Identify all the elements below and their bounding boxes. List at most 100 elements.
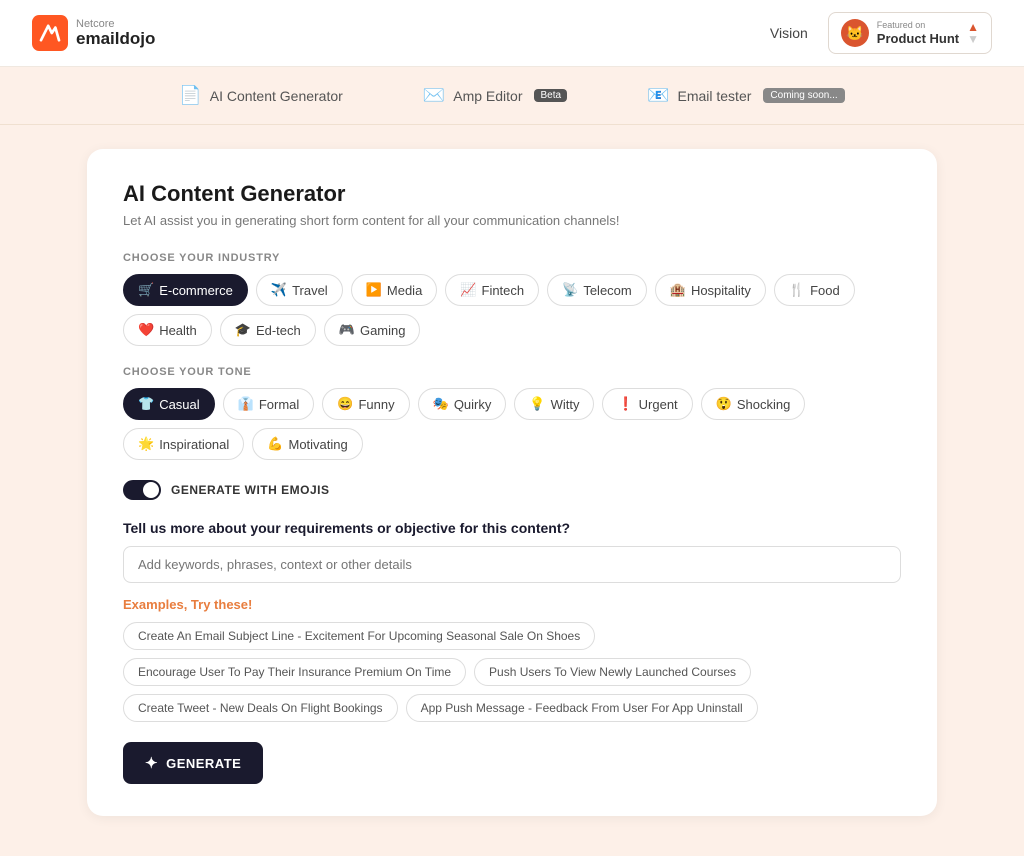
vision-link[interactable]: Vision (770, 25, 808, 41)
logo-text: Netcore emaildojo (76, 18, 155, 49)
industry-pill-telecom[interactable]: 📡 Telecom (547, 274, 647, 306)
example-chips: Create An Email Subject Line - Excitemen… (123, 622, 901, 722)
nav-ai-content-label: AI Content Generator (210, 88, 343, 104)
tone-label-formal: Formal (259, 397, 299, 412)
tone-pill-funny[interactable]: 😄Funny (322, 388, 409, 420)
industry-icon-travel: ✈️ (271, 282, 287, 298)
tone-label-urgent: Urgent (639, 397, 678, 412)
card-title: AI Content Generator (123, 181, 901, 207)
tone-icon-funny: 😄 (337, 396, 353, 412)
card-subtitle: Let AI assist you in generating short fo… (123, 213, 901, 228)
example-chip-2[interactable]: Push Users To View Newly Launched Course… (474, 658, 751, 686)
header-right: Vision 🐱 Featured on Product Hunt ▲ ▼ (770, 12, 992, 54)
logo-netcore-label: Netcore (76, 18, 155, 30)
industry-pill-travel[interactable]: ✈️ Travel (256, 274, 343, 306)
example-chip-0[interactable]: Create An Email Subject Line - Excitemen… (123, 622, 595, 650)
header: Netcore emaildojo Vision 🐱 Featured on P… (0, 0, 1024, 67)
beta-badge: Beta (534, 89, 567, 102)
tone-label-motivating: Motivating (288, 437, 347, 452)
content-card: AI Content Generator Let AI assist you i… (87, 149, 937, 816)
industry-pill-fintech[interactable]: 📈 Fintech (445, 274, 539, 306)
content-input[interactable] (123, 546, 901, 583)
tone-label-quirky: Quirky (454, 397, 492, 412)
logo-icon (32, 15, 68, 51)
nav-ai-content-icon: 📄 (179, 85, 201, 106)
product-hunt-icon: 🐱 (841, 19, 869, 47)
industry-label-health: Health (159, 323, 197, 338)
industry-icon-fintech: 📈 (460, 282, 476, 298)
emoji-toggle-label: GENERATE WITH EMOJIS (171, 483, 329, 497)
nav-amp-editor-icon: ✉️ (423, 85, 445, 106)
ph-arrow-icon: ▲ ▼ (967, 21, 979, 45)
industry-pill-ecommerce[interactable]: 🛒 E-commerce (123, 274, 248, 306)
tone-pill-formal[interactable]: 👔 Formal (223, 388, 315, 420)
nav-email-tester[interactable]: 📧 Email tester Coming soon... (647, 85, 845, 106)
ph-featured-label: Featured on (877, 20, 959, 31)
tone-pill-witty[interactable]: 💡 Witty (514, 388, 594, 420)
industry-icon-gaming: 🎮 (339, 322, 355, 338)
tone-pills: 👕 Casual 👔 Formal 😄Funny 🎭 Quirky 💡 Witty ❗ Urgent… (123, 388, 901, 460)
examples-label: Examples, Try these! (123, 597, 901, 612)
tone-pill-shocking[interactable]: 😲 Shocking (701, 388, 806, 420)
industry-icon-telecom: 📡 (562, 282, 578, 298)
example-chip-1[interactable]: Encourage User To Pay Their Insurance Pr… (123, 658, 466, 686)
industry-pill-food[interactable]: 🍴 Food (774, 274, 855, 306)
industry-pill-gaming[interactable]: 🎮 Gaming (324, 314, 421, 346)
industry-pill-health[interactable]: ❤️ Health (123, 314, 212, 346)
nav-email-tester-icon: 📧 (647, 85, 669, 106)
industry-label-edtech: Ed-tech (256, 323, 301, 338)
industry-label-telecom: Telecom (583, 283, 631, 298)
nav-bar: 📄 AI Content Generator ✉️ Amp Editor Bet… (0, 67, 1024, 125)
emoji-toggle[interactable] (123, 480, 161, 500)
industry-icon-edtech: 🎓 (235, 322, 251, 338)
main-container: AI Content Generator Let AI assist you i… (0, 125, 1024, 856)
example-chip-3[interactable]: Create Tweet - New Deals On Flight Booki… (123, 694, 398, 722)
industry-pill-hospitality[interactable]: 🏨 Hospitality (655, 274, 766, 306)
generate-icon: ✦ (145, 754, 158, 772)
tone-pill-motivating[interactable]: 💪 Motivating (252, 428, 362, 460)
industry-label-gaming: Gaming (360, 323, 406, 338)
tone-icon-inspirational: 🌟 (138, 436, 154, 452)
coming-soon-badge: Coming soon... (763, 88, 844, 103)
logo-area: Netcore emaildojo (32, 15, 155, 51)
industry-label: CHOOSE YOUR INDUSTRY (123, 252, 901, 264)
industry-label-travel: Travel (292, 283, 328, 298)
industry-icon-hospitality: 🏨 (670, 282, 686, 298)
industry-icon-media: ▶️ (366, 282, 382, 298)
nav-ai-content[interactable]: 📄 AI Content Generator (179, 85, 343, 106)
industry-label-hospitality: Hospitality (691, 283, 751, 298)
tone-icon-formal: 👔 (238, 396, 254, 412)
product-hunt-text: Featured on Product Hunt (877, 20, 959, 46)
emoji-toggle-row: GENERATE WITH EMOJIS (123, 480, 901, 500)
generate-button[interactable]: ✦ GENERATE (123, 742, 263, 784)
ph-name-label: Product Hunt (877, 31, 959, 47)
tone-pill-inspirational[interactable]: 🌟Inspirational (123, 428, 244, 460)
tone-icon-motivating: 💪 (267, 436, 283, 452)
nav-amp-editor[interactable]: ✉️ Amp Editor Beta (423, 85, 567, 106)
tone-label-casual: Casual (159, 397, 199, 412)
industry-icon-health: ❤️ (138, 322, 154, 338)
industry-pill-edtech[interactable]: 🎓 Ed-tech (220, 314, 316, 346)
generate-label: GENERATE (166, 756, 241, 771)
tone-label-witty: Witty (551, 397, 580, 412)
product-hunt-badge[interactable]: 🐱 Featured on Product Hunt ▲ ▼ (828, 12, 992, 54)
nav-amp-editor-label: Amp Editor (453, 88, 522, 104)
tone-pill-quirky[interactable]: 🎭 Quirky (418, 388, 507, 420)
tone-icon-urgent: ❗ (617, 396, 633, 412)
tone-icon-quirky: 🎭 (433, 396, 449, 412)
example-chip-4[interactable]: App Push Message - Feedback From User Fo… (406, 694, 758, 722)
industry-label-ecommerce: E-commerce (159, 283, 233, 298)
industry-icon-food: 🍴 (789, 282, 805, 298)
tone-icon-casual: 👕 (138, 396, 154, 412)
tone-pill-casual[interactable]: 👕 Casual (123, 388, 215, 420)
tone-icon-witty: 💡 (529, 396, 545, 412)
industry-label-fintech: Fintech (482, 283, 525, 298)
tone-label-shocking: Shocking (737, 397, 790, 412)
tone-icon-shocking: 😲 (716, 396, 732, 412)
industry-pills: 🛒 E-commerce ✈️ Travel ▶️Media 📈 Fintech 📡 Telec… (123, 274, 901, 346)
tone-pill-urgent[interactable]: ❗ Urgent (602, 388, 692, 420)
nav-email-tester-label: Email tester (677, 88, 751, 104)
industry-icon-ecommerce: 🛒 (138, 282, 154, 298)
industry-pill-media[interactable]: ▶️Media (351, 274, 438, 306)
industry-label-food: Food (810, 283, 840, 298)
